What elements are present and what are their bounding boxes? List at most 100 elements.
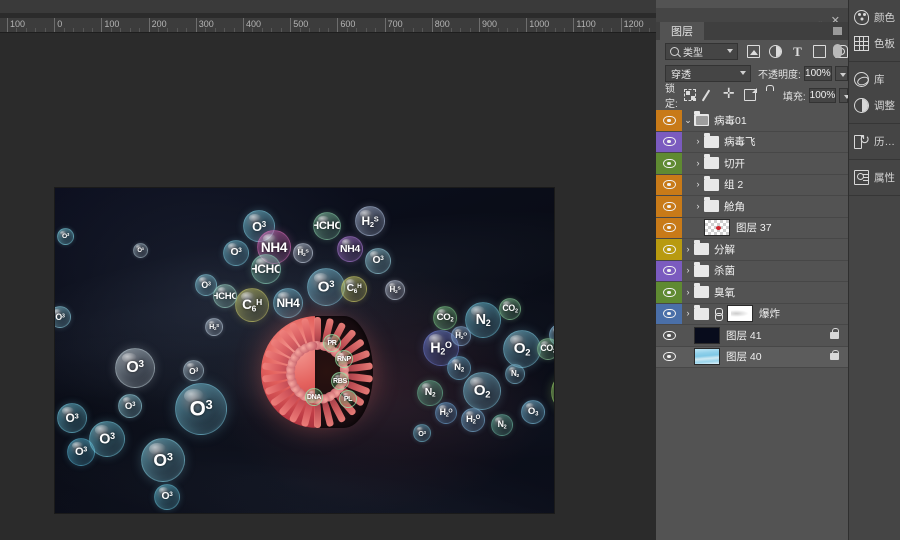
layer-row[interactable]: › 舱角 [656, 196, 848, 218]
layer-row[interactable]: ⌄ 病毒01 [656, 110, 848, 132]
molecule-bubble: C6H [341, 276, 367, 302]
filter-kind-select[interactable]: 类型 [665, 42, 738, 60]
rail-item-color-palette[interactable]: 颜色 [849, 4, 900, 30]
photoshop-window: 学术 1000100200300400500600700800900100011… [0, 0, 900, 540]
opacity-input[interactable]: 100% [803, 65, 832, 81]
molecule-bubble: O3 [154, 484, 180, 510]
layer-name[interactable]: 图层 37 [736, 220, 848, 235]
layer-name[interactable]: 切开 [724, 156, 848, 171]
layer-lock-icon[interactable] [830, 349, 839, 361]
fill-input[interactable]: 100% [808, 87, 837, 103]
layer-row[interactable]: › 爆炸 [656, 303, 848, 325]
blend-mode-select[interactable]: 穿透 [665, 64, 752, 82]
layer-visibility-toggle[interactable] [656, 347, 682, 368]
chevron-down-icon [740, 70, 747, 75]
chevron-right-icon[interactable]: › [682, 266, 694, 275]
filter-type-icon[interactable]: T [791, 45, 804, 58]
layer-visibility-toggle[interactable] [656, 175, 682, 196]
chevron-right-icon[interactable]: › [692, 158, 704, 168]
eye-icon [662, 115, 676, 125]
chevron-right-icon[interactable]: › [692, 201, 704, 211]
layer-visibility-toggle[interactable] [656, 261, 682, 282]
eye-icon [662, 137, 676, 147]
layer-name[interactable]: 爆炸 [759, 306, 848, 321]
layer-name[interactable]: 病毒01 [714, 113, 848, 128]
layer-list[interactable]: ⌄ 病毒01 › 病毒飞 › 切开 › 组 2 › 舱角图层 37 › 分解 › 杀菌 › 臭氧 › 爆炸图层 4… [656, 110, 848, 368]
rail-item-label: 调整 [874, 99, 895, 112]
layer-name[interactable]: 臭氧 [714, 285, 848, 300]
layer-visibility-toggle[interactable] [656, 132, 682, 153]
molecule-bubble: O3 [175, 383, 227, 435]
chevron-right-icon[interactable]: › [682, 309, 694, 318]
lock-artboard-icon[interactable] [743, 88, 757, 101]
eye-icon [662, 330, 676, 340]
link-icon[interactable] [714, 307, 723, 321]
lock-all-icon[interactable] [764, 89, 776, 101]
layer-row[interactable]: › 切开 [656, 153, 848, 175]
panel-icon-rail[interactable]: 颜色色板库调整历… 属性 [848, 0, 900, 540]
panel-menu-icon[interactable] [833, 27, 842, 35]
filter-enable-toggle[interactable] [833, 44, 842, 58]
layer-thumbnail[interactable] [694, 348, 720, 366]
filter-adjustment-icon[interactable] [769, 44, 782, 58]
tab-layers[interactable]: 图层 [660, 22, 704, 40]
chevron-right-icon[interactable]: › [692, 180, 704, 189]
rail-item-history[interactable]: 历… [849, 128, 900, 154]
filter-pixel-icon[interactable] [747, 44, 760, 58]
folder-icon [694, 240, 709, 256]
lock-image-icon[interactable] [704, 89, 716, 101]
layer-mask-thumbnail[interactable] [727, 305, 753, 323]
layer-visibility-toggle[interactable] [656, 153, 682, 174]
layer-row[interactable]: › 病毒飞 [656, 131, 848, 153]
layer-row[interactable]: 图层 41 [656, 325, 848, 347]
molecule-bubble: O2 [463, 372, 501, 410]
fill-stepper-icon[interactable] [839, 87, 850, 103]
layer-thumbnail[interactable] [694, 326, 720, 344]
canvas-workspace[interactable]: O3O3O3O3O3O3O3O3O3O3O3O3O3O3O3NH4HCHOHCH… [0, 33, 656, 540]
layer-row[interactable]: › 分解 [656, 239, 848, 261]
rail-item-swatches-grid[interactable]: 色板 [849, 30, 900, 56]
layer-row[interactable]: 图层 37 [656, 217, 848, 239]
molecule-bubble: O3 [223, 240, 249, 266]
filter-shape-icon[interactable] [813, 44, 826, 58]
layer-row[interactable]: › 组 2 [656, 174, 848, 196]
rail-item-libraries-cc[interactable]: 库 [849, 66, 900, 92]
layer-row[interactable]: › 臭氧 [656, 282, 848, 304]
layer-visibility-toggle[interactable] [656, 325, 682, 346]
layer-visibility-toggle[interactable] [656, 304, 682, 325]
layer-name[interactable]: 舱角 [724, 199, 848, 214]
lock-transparency-icon[interactable] [683, 89, 696, 101]
layer-name[interactable]: 图层 40 [726, 349, 830, 364]
molecule-bubble: CO2 [499, 298, 521, 320]
layer-name[interactable]: 图层 41 [726, 328, 830, 343]
opacity-stepper-icon[interactable] [834, 65, 848, 81]
molecule-bubble: H2S [293, 243, 313, 263]
layer-thumbnail[interactable] [704, 219, 730, 237]
chevron-right-icon[interactable]: › [682, 244, 694, 254]
chevron-down-icon[interactable]: ⌄ [682, 115, 694, 125]
rail-item-label: 库 [874, 73, 885, 86]
layer-visibility-toggle[interactable] [656, 282, 682, 303]
document-canvas[interactable]: O3O3O3O3O3O3O3O3O3O3O3O3O3O3O3NH4HCHOHCH… [55, 188, 554, 513]
layer-name[interactable]: 杀菌 [714, 263, 848, 278]
layer-row[interactable]: › 杀菌 [656, 260, 848, 282]
rail-group: 库调整 [849, 62, 900, 124]
layer-visibility-toggle[interactable] [656, 239, 682, 260]
chevron-right-icon[interactable]: › [692, 137, 704, 146]
horizontal-ruler[interactable]: 100 0 100 200 300 400 500 600 700 800 900 1000 1100 1… [0, 18, 656, 33]
layer-name[interactable]: 病毒飞 [724, 134, 848, 149]
layer-visibility-toggle[interactable] [656, 196, 682, 217]
layer-row[interactable]: 图层 40 [656, 346, 848, 368]
layer-name[interactable]: 分解 [714, 242, 848, 257]
rail-item-properties[interactable]: 属性 [849, 164, 900, 190]
eye-icon [662, 223, 676, 233]
lock-position-icon[interactable] [723, 86, 736, 101]
layer-visibility-toggle[interactable] [656, 110, 682, 131]
layer-name[interactable]: 组 2 [724, 177, 848, 192]
layer-visibility-toggle[interactable] [656, 218, 682, 239]
thumbnail-content [716, 226, 721, 231]
rail-item-adjustments[interactable]: 调整 [849, 92, 900, 118]
chevron-right-icon[interactable]: › [682, 287, 694, 297]
layer-lock-icon[interactable] [830, 328, 839, 339]
virus-part-label: PR [323, 334, 341, 352]
